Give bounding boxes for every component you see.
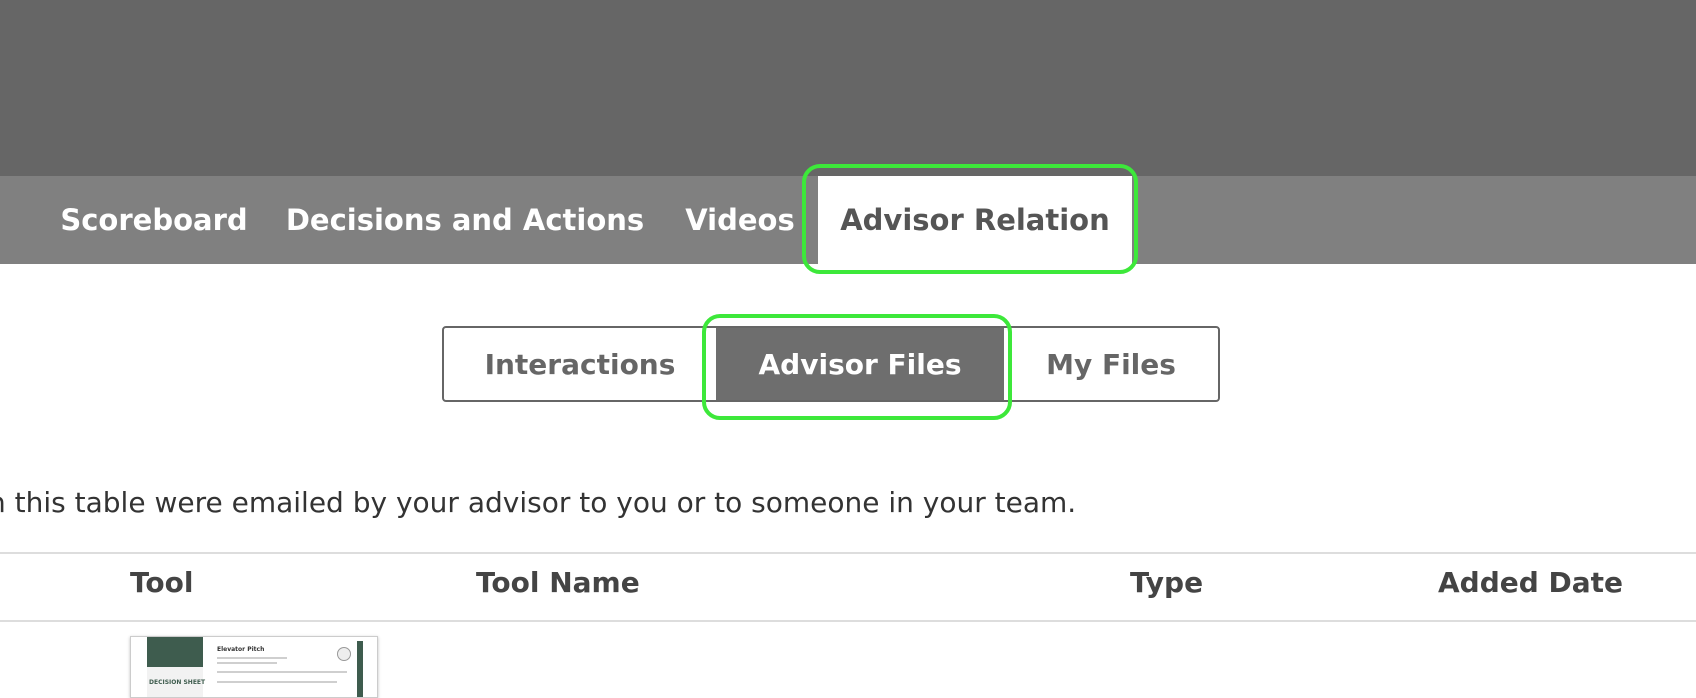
header-banner [0, 0, 1696, 176]
thumbnail-side-label: DECISION SHEET [149, 679, 206, 686]
thumbnail-edge-bar [357, 641, 363, 697]
table-header-border [0, 620, 1696, 622]
tool-thumbnail[interactable]: DECISION SHEET Elevator Pitch [130, 636, 378, 698]
table-description: n this table were emailed by your adviso… [0, 486, 1077, 519]
thumbnail-circle-icon [337, 647, 351, 661]
column-header-type: Type [1130, 566, 1204, 599]
subtab-my-files[interactable]: My Files [1004, 328, 1218, 400]
column-header-tool: Tool [130, 566, 194, 599]
tab-videos[interactable]: Videos [666, 176, 814, 264]
subtab-interactions[interactable]: Interactions [444, 328, 716, 400]
thumbnail-text-line [217, 681, 337, 683]
thumbnail-text-line [217, 657, 287, 659]
column-header-tool-name: Tool Name [476, 566, 640, 599]
thumbnail-title: Elevator Pitch [217, 646, 265, 653]
thumbnail-text-line [217, 662, 277, 664]
table-top-border [0, 552, 1696, 554]
subtab-group: Interactions Advisor Files My Files [442, 326, 1220, 402]
tab-advisor-relation[interactable]: Advisor Relation [818, 176, 1132, 264]
tab-decisions-and-actions[interactable]: Decisions and Actions [286, 176, 644, 264]
subtab-advisor-files[interactable]: Advisor Files [716, 328, 1004, 400]
tab-scoreboard[interactable]: Scoreboard [46, 176, 262, 264]
thumbnail-text-line [217, 671, 347, 673]
column-header-added-date: Added Date [1438, 566, 1624, 599]
